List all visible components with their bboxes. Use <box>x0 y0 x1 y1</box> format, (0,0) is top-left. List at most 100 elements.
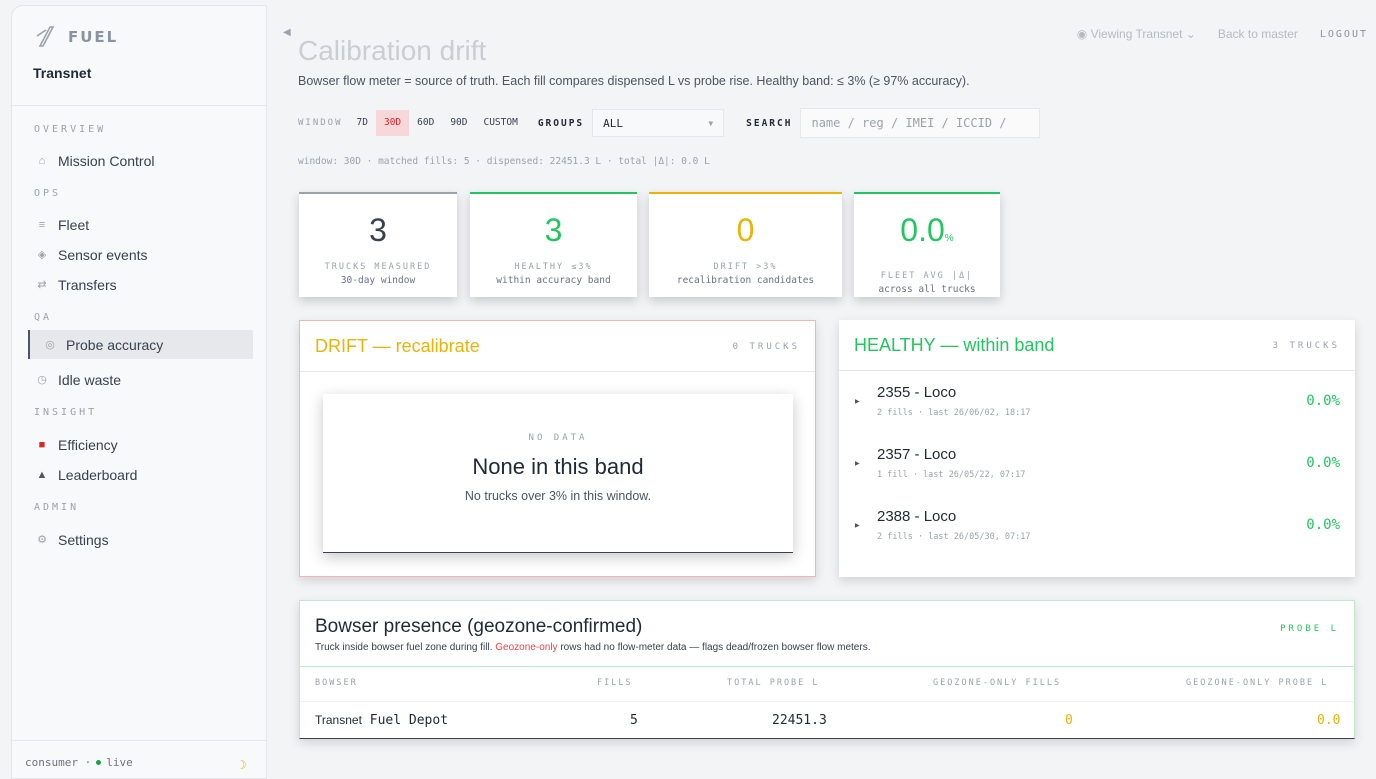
truck-name: 2388 - Loco <box>877 508 957 525</box>
th-total: TOTAL PROBE L <box>727 678 820 688</box>
drift-panel-header: DRIFT — recalibrate 0 TRUCKS <box>300 321 815 372</box>
stat-trucks-measured: 3 TRUCKS MEASURED 30-day window <box>299 192 457 297</box>
truck-pct: 0.0% <box>1306 517 1340 533</box>
nav-section-insight: INSIGHT <box>34 407 98 418</box>
viewing-label: Viewing Transnet <box>1090 27 1183 41</box>
back-to-master-link[interactable]: Back to master <box>1218 27 1298 41</box>
swap-icon: ⇄ <box>37 279 47 291</box>
sidebar-item-mission-control[interactable]: ⌂ Mission Control <box>28 146 253 175</box>
truck-name: 2355 - Loco <box>877 384 957 401</box>
sidebar-item-settings[interactable]: ⚙ Settings <box>28 525 253 554</box>
truck-name: 2357 - Loco <box>877 446 957 463</box>
org-name: Transnet <box>33 65 92 81</box>
cell-geo-fills: 0 <box>1065 713 1073 728</box>
sidebar-item-idle-waste[interactable]: ◷ Idle waste <box>28 365 253 394</box>
page-title: Calibration drift <box>298 35 487 62</box>
groups-label: GROUPS <box>537 117 585 129</box>
expand-caret-icon: ▶ <box>855 461 860 467</box>
chevron-down-icon: ⌄ <box>1185 27 1196 41</box>
table-row: Transnet Fuel Depot <box>315 713 448 728</box>
sidebar-footer-divider <box>12 740 266 741</box>
sidebar-item-efficiency[interactable]: ■ Efficiency <box>28 430 253 459</box>
sidebar-item-fleet[interactable]: ≡ Fleet <box>28 210 253 239</box>
stat-sub: recalibration candidates <box>676 275 815 286</box>
list-icon: ≡ <box>38 218 46 231</box>
search-input[interactable]: name / reg / IMEI / ICCID / <box>800 108 1041 138</box>
empty-state-label: NO DATA <box>528 433 588 443</box>
empty-state-title: None in this band <box>472 454 644 479</box>
viewing-selector[interactable]: ◉ Viewing Transnet ⌄ <box>1077 27 1196 41</box>
sidebar-item-transfers[interactable]: ⇄ Transfers <box>28 270 253 299</box>
sidebar-divider <box>12 105 266 106</box>
th-fills: FILLS <box>597 678 633 688</box>
stat-value: 3 <box>544 212 563 248</box>
stat-sub: across all trucks <box>878 284 976 295</box>
moon-icon[interactable]: ☽ <box>236 758 247 772</box>
stat-value: 0.0 <box>900 212 945 248</box>
stat-value: 0 <box>736 212 755 248</box>
stat-value: 3 <box>369 212 387 248</box>
sidebar: FUEL Transnet OVERVIEW ⌂ Mission Control… <box>11 5 267 779</box>
window-7d-button[interactable]: 7D <box>349 110 376 136</box>
sidebar-item-label: Mission Control <box>58 152 155 169</box>
window-60d-button[interactable]: 60D <box>409 110 442 136</box>
truck-pct: 0.0% <box>1306 455 1340 471</box>
bowser-title: Bowser presence (geozone-confirmed) <box>315 616 643 637</box>
triangle-icon: ▲ <box>36 468 48 481</box>
expand-caret-icon: ▶ <box>855 399 860 405</box>
sidebar-item-label: Idle waste <box>58 371 122 388</box>
fuel-pump-icon: ■ <box>38 438 46 451</box>
truck-row[interactable]: ▶ 2357 - Loco 1 fill · last 26/05/22, 07… <box>839 434 1355 496</box>
stat-label: TRUCKS MEASURED <box>324 262 432 272</box>
sidebar-item-label: Transfers <box>58 276 117 293</box>
sidebar-item-probe-accuracy[interactable]: ◎ Probe accuracy <box>28 330 253 359</box>
bowser-depot: Fuel Depot <box>369 713 449 728</box>
window-30d-button[interactable]: 30D <box>375 110 410 136</box>
truck-meta: 1 fill · last 26/05/22, 07:17 <box>877 470 1026 480</box>
target-icon: ◎ <box>45 339 55 351</box>
sidebar-item-label: Leaderboard <box>58 466 138 483</box>
bowser-org: Transnet <box>315 713 362 727</box>
nav-section-admin: ADMIN <box>34 502 80 513</box>
live-status: live <box>106 756 133 769</box>
truck-meta: 2 fills · last 26/06/02, 18:17 <box>877 408 1031 418</box>
window-90d-button[interactable]: 90D <box>442 110 475 136</box>
truck-meta: 2 fills · last 26/05/30, 07:17 <box>877 532 1031 542</box>
logo[interactable]: FUEL <box>34 24 118 50</box>
th-geo-fills: GEOZONE-ONLY FILLS <box>933 678 1062 688</box>
sidebar-item-leaderboard[interactable]: ▲ Leaderboard <box>28 460 253 489</box>
sidebar-item-sensor-events[interactable]: ◈ Sensor events <box>28 240 253 269</box>
healthy-panel-header: HEALTHY — within band 3 TRUCKS <box>839 320 1355 371</box>
logout-button[interactable]: LOGOUT <box>1320 29 1368 40</box>
empty-state-card: NO DATA None in this band No trucks over… <box>323 394 793 553</box>
topbar: ◉ Viewing Transnet ⌄ Back to master LOGO… <box>1077 27 1368 41</box>
truck-row[interactable]: ▶ 2355 - Loco 2 fills · last 26/06/02, 1… <box>839 372 1355 434</box>
groups-value: ALL <box>603 116 624 130</box>
stat-healthy: 3 HEALTHY ≤3% within accuracy band <box>470 192 637 297</box>
stat-drift: 0 DRIFT >3% recalibration candidates <box>649 192 842 297</box>
drift-count: 0 TRUCKS <box>732 342 800 352</box>
desc-highlight: Geozone-only <box>495 642 558 653</box>
bowser-panel: Bowser presence (geozone-confirmed) PROB… <box>299 600 1355 739</box>
stat-value-wrap: 0.0% <box>854 212 1000 257</box>
healthy-panel: HEALTHY — within band 3 TRUCKS ▶ 2355 - … <box>839 320 1355 577</box>
sidebar-item-label: Sensor events <box>58 246 148 263</box>
drift-panel-title: DRIFT — recalibrate <box>315 336 480 356</box>
stat-sub: 30-day window <box>340 275 416 286</box>
stat-label: DRIFT >3% <box>713 262 778 272</box>
truck-pct: 0.0% <box>1306 393 1340 409</box>
th-bowser: BOWSER <box>315 678 358 688</box>
fuel-drop-icon <box>36 26 55 47</box>
desc-pre: Truck inside bowser fuel zone during fil… <box>315 642 496 653</box>
collapse-sidebar-icon[interactable]: ◀ <box>283 27 291 38</box>
home-icon: ⌂ <box>38 154 46 167</box>
eye-icon: ◉ <box>1076 27 1088 41</box>
expand-caret-icon: ▶ <box>855 523 860 529</box>
mode-label: consumer · <box>25 756 92 769</box>
truck-row[interactable]: ▶ 2388 - Loco 2 fills · last 26/05/30, 0… <box>839 496 1355 558</box>
window-custom-button[interactable]: CUSTOM <box>475 110 525 136</box>
sidebar-item-label: Fleet <box>58 216 90 233</box>
sidebar-item-label: Probe accuracy <box>66 336 164 353</box>
summary-line: window: 30D · matched fills: 5 · dispens… <box>298 156 710 167</box>
groups-select[interactable]: ALL ▼ <box>592 109 725 137</box>
